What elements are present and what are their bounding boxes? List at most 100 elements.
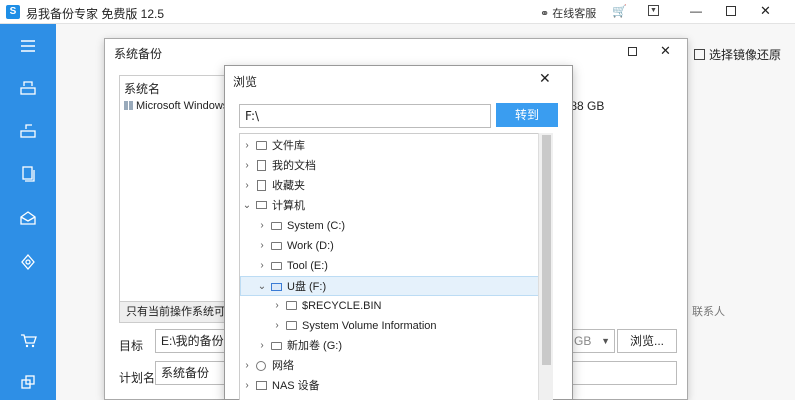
chevron-right-icon[interactable]: › bbox=[272, 296, 282, 316]
tree-item-my-documents[interactable]: › 我的文档 bbox=[240, 156, 550, 176]
tree-item-label: U盘 (F:) bbox=[287, 281, 327, 293]
chevron-right-icon[interactable]: › bbox=[242, 356, 252, 376]
drive-icon bbox=[271, 342, 282, 350]
dialog-title: 浏览 bbox=[233, 75, 258, 89]
tree-item-label: Tool (E:) bbox=[287, 260, 328, 272]
tree-item-nas[interactable]: › NAS 设备 bbox=[240, 376, 550, 396]
maximize-icon[interactable] bbox=[628, 47, 637, 56]
apps-icon[interactable] bbox=[0, 364, 56, 400]
cart-icon[interactable] bbox=[0, 322, 56, 358]
folder-icon bbox=[286, 301, 297, 310]
chevron-down-icon[interactable]: ⌄ bbox=[257, 277, 267, 297]
files-icon[interactable] bbox=[0, 156, 56, 192]
cart-icon[interactable]: 🛒 bbox=[612, 4, 627, 18]
windows-icon bbox=[124, 101, 133, 110]
contact-text: 联系人 bbox=[692, 306, 725, 318]
disk-clone-icon[interactable] bbox=[0, 113, 56, 149]
headset-icon: ⚭ bbox=[540, 8, 550, 20]
path-input[interactable]: F:\ bbox=[239, 104, 491, 128]
tree-item-label: System Volume Information bbox=[302, 320, 437, 332]
online-service-button[interactable]: ⚭ 在线客服 bbox=[540, 5, 596, 21]
tree-item-computer[interactable]: ⌄ 计算机 bbox=[240, 196, 550, 216]
chevron-right-icon[interactable]: › bbox=[242, 136, 252, 156]
favorites-icon bbox=[257, 180, 266, 191]
tree-item-system-volume-information[interactable]: › System Volume Information bbox=[240, 316, 550, 336]
tree-item-label: $RECYCLE.BIN bbox=[302, 300, 382, 312]
close-icon[interactable]: ✕ bbox=[760, 3, 771, 19]
disk-backup-icon[interactable] bbox=[0, 70, 56, 106]
tree-item-label: 收藏夹 bbox=[272, 180, 305, 192]
minimize-icon[interactable]: — bbox=[690, 4, 702, 18]
menu-icon[interactable] bbox=[0, 28, 56, 64]
close-icon[interactable]: ✕ bbox=[539, 70, 551, 87]
app-titlebar: S 易我备份专家 免费版 12.5 ⚭ 在线客服 🛒 ▼ — ✕ bbox=[0, 0, 795, 24]
app-title: 易我备份专家 免费版 12.5 bbox=[26, 7, 165, 21]
tree-item-library[interactable]: › 文件库 bbox=[240, 136, 550, 156]
folder-tree: › 文件库 › 我的文档 › 收藏夹 ⌄ 计算机 › System (C:) › bbox=[239, 133, 553, 400]
folder-icon bbox=[256, 141, 267, 150]
list-item[interactable]: Microsoft Windows bbox=[124, 100, 228, 112]
close-icon[interactable]: ✕ bbox=[660, 43, 671, 59]
chevron-right-icon[interactable]: › bbox=[257, 216, 267, 236]
tree-item-label: 我的文档 bbox=[272, 160, 316, 172]
system-list: 系统名 Microsoft Windows bbox=[119, 75, 229, 315]
chevron-right-icon[interactable]: › bbox=[242, 176, 252, 196]
document-icon bbox=[257, 160, 266, 171]
tree-item-label: Work (D:) bbox=[287, 240, 334, 252]
chevron-right-icon[interactable]: › bbox=[242, 156, 252, 176]
tree-scrollbar[interactable] bbox=[538, 133, 553, 400]
goto-button[interactable]: 转到 bbox=[496, 103, 558, 127]
drive-icon bbox=[271, 222, 282, 230]
chevron-right-icon[interactable]: › bbox=[257, 236, 267, 256]
scroll-thumb[interactable] bbox=[542, 135, 551, 365]
size-unit-value: GB bbox=[574, 334, 592, 348]
restore-label: 选择镜像还原 bbox=[709, 48, 782, 62]
tree-item-label: System (C:) bbox=[287, 220, 346, 232]
chevron-down-icon[interactable]: ⌄ bbox=[242, 196, 252, 216]
drive-icon bbox=[271, 262, 282, 270]
tree-item-drive-d[interactable]: › Work (D:) bbox=[240, 236, 550, 256]
backup-note: 只有当前操作系统可备份 bbox=[119, 301, 229, 323]
mail-icon[interactable] bbox=[0, 200, 56, 236]
tree-item-label: 网络 bbox=[272, 360, 294, 372]
chevron-down-icon: ▼ bbox=[601, 336, 610, 346]
sidebar bbox=[0, 24, 56, 400]
browse-dialog: 浏览 ✕ F:\ 转到 › 文件库 › 我的文档 › 收藏夹 ⌄ 计算机 › S bbox=[224, 65, 573, 400]
size-unit-select[interactable]: GB ▼ bbox=[569, 329, 615, 353]
maximize-icon[interactable] bbox=[726, 6, 736, 16]
menu-icon[interactable]: ▼ bbox=[648, 5, 659, 16]
tree-item-drive-e[interactable]: › Tool (E:) bbox=[240, 256, 550, 276]
select-image-restore-button[interactable]: 选择镜像还原 bbox=[694, 46, 781, 63]
network-icon bbox=[256, 361, 266, 371]
tree-item-label: 新加卷 (G:) bbox=[287, 340, 342, 352]
plan-name-label: 计划名 bbox=[119, 371, 156, 385]
restore-icon bbox=[694, 49, 705, 60]
chevron-right-icon[interactable]: › bbox=[242, 376, 252, 396]
drive-icon bbox=[271, 242, 282, 250]
settings-icon[interactable] bbox=[0, 244, 56, 280]
tree-item-drive-c[interactable]: › System (C:) bbox=[240, 216, 550, 236]
tree-item-recycle-bin[interactable]: › $RECYCLE.BIN bbox=[240, 296, 550, 316]
tree-item-drive-f[interactable]: ⌄ U盘 (F:) bbox=[240, 276, 550, 296]
column-header-system-name: 系统名 bbox=[124, 82, 161, 96]
app-logo-icon: S bbox=[6, 5, 20, 19]
tree-item-drive-g[interactable]: › 新加卷 (G:) bbox=[240, 336, 550, 356]
folder-icon bbox=[286, 321, 297, 330]
browse-button[interactable]: 浏览... bbox=[617, 329, 677, 353]
chevron-right-icon[interactable]: › bbox=[257, 256, 267, 276]
tree-item-label: 计算机 bbox=[272, 200, 305, 212]
target-label: 目标 bbox=[119, 339, 144, 353]
online-service-label: 在线客服 bbox=[552, 8, 597, 20]
usb-drive-icon bbox=[271, 283, 282, 291]
computer-icon bbox=[256, 201, 267, 209]
tree-item-network[interactable]: › 网络 bbox=[240, 356, 550, 376]
chevron-right-icon[interactable]: › bbox=[272, 316, 282, 336]
tree-item-label: NAS 设备 bbox=[272, 380, 320, 392]
plan-name-field-extension[interactable] bbox=[569, 361, 677, 385]
tree-item-favorites[interactable]: › 收藏夹 bbox=[240, 176, 550, 196]
tree-item-label: 文件库 bbox=[272, 140, 305, 152]
system-name: Microsoft Windows bbox=[136, 100, 228, 112]
nas-icon bbox=[256, 381, 267, 390]
dialog-title: 系统备份 bbox=[114, 47, 163, 61]
chevron-right-icon[interactable]: › bbox=[257, 336, 267, 356]
